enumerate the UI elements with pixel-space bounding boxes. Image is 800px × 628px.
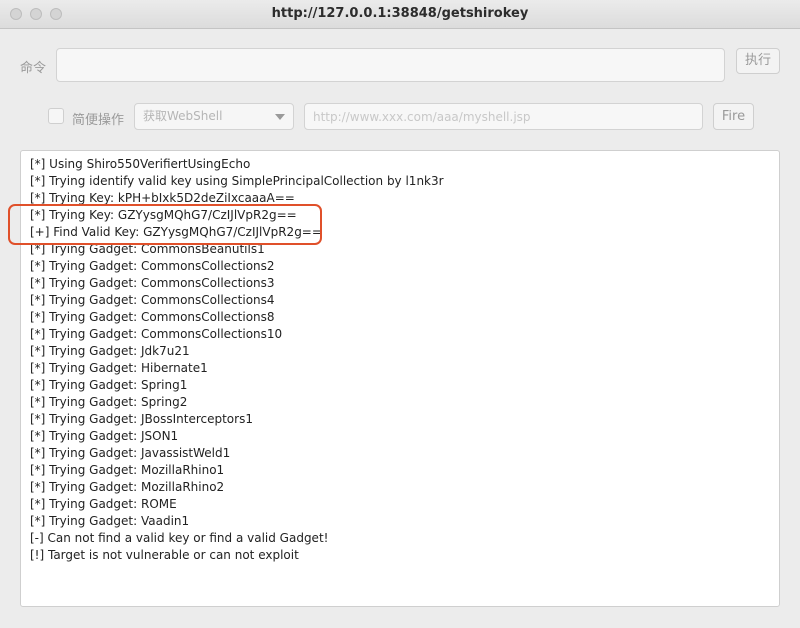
log-line: [*] Trying Gadget: Jdk7u21 <box>30 344 190 358</box>
shell-url-input[interactable] <box>304 103 703 130</box>
command-label: 命令 <box>20 61 47 76</box>
action-select-value: 获取WebShell <box>143 109 223 123</box>
log-line: [*] Trying Gadget: MozillaRhino1 <box>30 463 225 477</box>
window-title: http://127.0.0.1:38848/getshirokey <box>271 6 529 21</box>
log-line: [*] Trying Gadget: ROME <box>30 497 177 511</box>
log-line: [+] Find Valid Key: GZYysgMQhG7/CzIJlVpR… <box>30 225 322 239</box>
fire-button[interactable]: Fire <box>713 103 754 130</box>
chevron-down-icon <box>275 114 285 120</box>
log-line: [*] Trying Gadget: CommonsCollections10 <box>30 327 283 341</box>
shortcut-label: 简便操作 <box>72 113 125 128</box>
log-line: [*] Trying Gadget: JavassistWeld1 <box>30 446 231 460</box>
log-line: [-] Can not find a valid key or find a v… <box>30 531 329 545</box>
log-line: [*] Trying Gadget: CommonsCollections8 <box>30 310 275 324</box>
log-line: [*] Trying Key: kPH+bIxk5D2deZiIxcaaaA== <box>30 191 295 205</box>
title-bar: http://127.0.0.1:38848/getshirokey <box>0 0 800 29</box>
log-line: [*] Trying Gadget: CommonsCollections4 <box>30 293 275 307</box>
log-line: [*] Using Shiro550VerifiertUsingEcho <box>30 157 251 171</box>
log-line: [*] Trying Gadget: MozillaRhino2 <box>30 480 225 494</box>
log-line: [*] Trying Gadget: Vaadin1 <box>30 514 190 528</box>
log-line: [*] Trying Gadget: Spring2 <box>30 395 188 409</box>
execute-button[interactable]: 执行 <box>736 48 780 74</box>
log-lines: [*] Using Shiro550VerifiertUsingEcho [*] … <box>30 156 444 564</box>
log-line: [*] Trying Gadget: CommonsCollections3 <box>30 276 275 290</box>
log-line: [*] Trying Gadget: Hibernate1 <box>30 361 208 375</box>
log-line: [*] Trying identify valid key using Simp… <box>30 174 444 188</box>
log-line: [*] Trying Gadget: CommonsBeanutils1 <box>30 242 265 256</box>
command-input[interactable] <box>56 48 725 82</box>
log-line: [!] Target is not vulnerable or can not … <box>30 548 299 562</box>
log-line: [*] Trying Key: GZYysgMQhG7/CzIJlVpR2g== <box>30 208 297 222</box>
log-line: [*] Trying Gadget: JSON1 <box>30 429 179 443</box>
action-select[interactable]: 获取WebShell <box>134 103 294 130</box>
app-window: http://127.0.0.1:38848/getshirokey 命令 执行… <box>0 0 800 628</box>
log-line: [*] Trying Gadget: CommonsCollections2 <box>30 259 275 273</box>
log-line: [*] Trying Gadget: Spring1 <box>30 378 188 392</box>
log-line: [*] Trying Gadget: JBossInterceptors1 <box>30 412 253 426</box>
shortcut-checkbox[interactable] <box>48 108 64 124</box>
output-log[interactable]: [*] Using Shiro550VerifiertUsingEcho [*] … <box>20 150 780 607</box>
